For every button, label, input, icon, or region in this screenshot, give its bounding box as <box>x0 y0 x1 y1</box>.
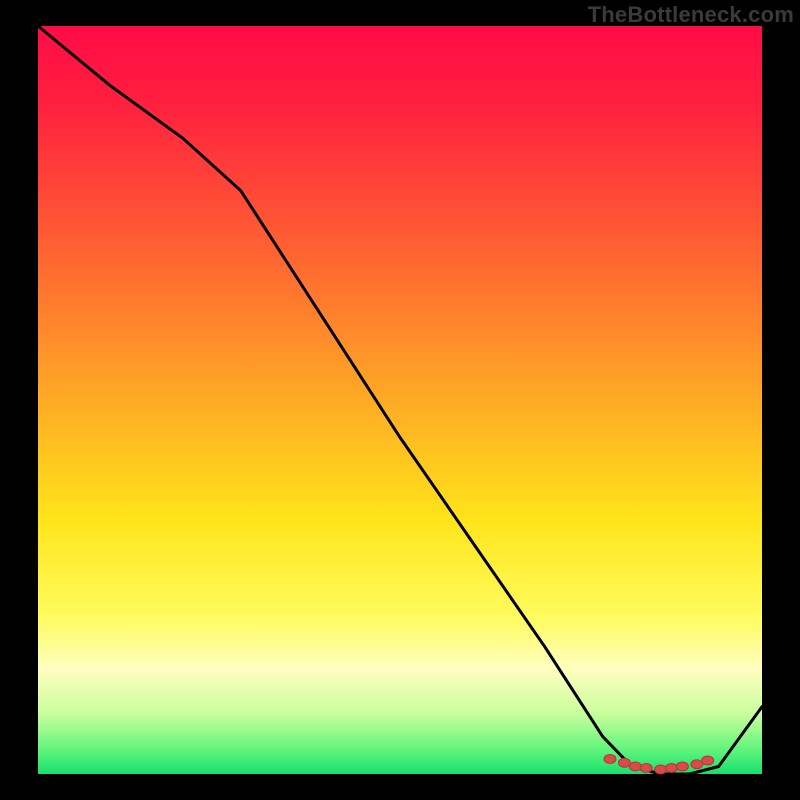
data-point <box>691 760 703 769</box>
data-point <box>629 762 641 771</box>
data-point <box>618 758 630 767</box>
data-point <box>604 755 616 764</box>
chart-line <box>38 26 762 774</box>
watermark-text: TheBottleneck.com <box>588 2 794 28</box>
chart-frame: TheBottleneck.com <box>0 0 800 800</box>
data-point <box>702 756 714 765</box>
data-point <box>666 764 678 773</box>
data-point <box>676 762 688 771</box>
data-point <box>655 765 667 774</box>
line-chart-svg <box>38 26 762 774</box>
data-point <box>640 764 652 773</box>
plot-area <box>38 26 762 774</box>
